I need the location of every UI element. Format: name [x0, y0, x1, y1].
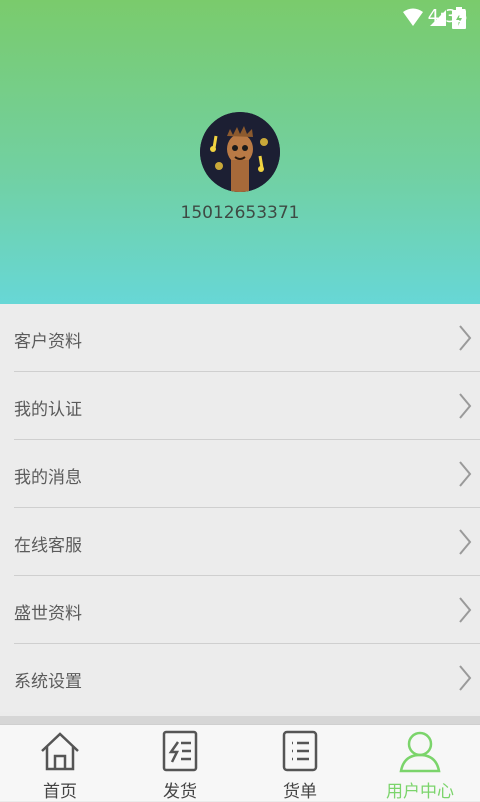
- menu-item-my-verification[interactable]: 我的认证: [0, 372, 480, 440]
- tab-shipping[interactable]: 发货: [120, 725, 240, 802]
- status-bar: 4:35: [0, 0, 480, 36]
- menu-item-customer-info[interactable]: 客户资料: [0, 304, 480, 372]
- status-time: 4:35: [427, 6, 468, 27]
- tab-label: 货单: [283, 782, 317, 802]
- bottom-tab-bar: 首页 发货 货单 用户中心: [0, 724, 480, 802]
- shipping-icon: [162, 730, 198, 772]
- wifi-icon: [403, 8, 423, 26]
- menu-item-label: 系统设置: [14, 672, 82, 692]
- chevron-right-icon: [459, 325, 472, 351]
- menu-item-label: 我的认证: [14, 400, 82, 420]
- groot-avatar-icon: [200, 112, 280, 192]
- chevron-right-icon: [459, 393, 472, 419]
- menu-item-label: 在线客服: [14, 536, 82, 556]
- chevron-right-icon: [459, 529, 472, 555]
- tab-label: 用户中心: [386, 782, 454, 802]
- menu-item-system-settings[interactable]: 系统设置: [0, 644, 480, 712]
- menu-item-online-service[interactable]: 在线客服: [0, 508, 480, 576]
- menu-item-label: 我的消息: [14, 468, 82, 488]
- chevron-right-icon: [459, 597, 472, 623]
- tab-orders[interactable]: 货单: [240, 725, 360, 802]
- tab-home[interactable]: 首页: [0, 725, 120, 802]
- chevron-right-icon: [459, 461, 472, 487]
- section-gap: [0, 716, 480, 724]
- menu-item-my-messages[interactable]: 我的消息: [0, 440, 480, 508]
- tab-label: 首页: [43, 782, 77, 802]
- list-icon: [282, 730, 318, 772]
- tab-user-center[interactable]: 用户中心: [360, 725, 480, 802]
- home-icon: [41, 732, 79, 771]
- user-phone: 15012653371: [180, 203, 300, 223]
- menu-item-shengshi-info[interactable]: 盛世资料: [0, 576, 480, 644]
- menu-item-label: 盛世资料: [14, 604, 82, 624]
- user-icon: [399, 731, 441, 773]
- chevron-right-icon: [459, 665, 472, 691]
- menu-list: 客户资料 我的认证 我的消息 在线客服 盛世资料 系统设置: [0, 304, 480, 712]
- menu-item-label: 客户资料: [14, 332, 82, 352]
- profile-header: 4:35 15012653371: [0, 0, 480, 304]
- tab-label: 发货: [163, 782, 197, 802]
- avatar[interactable]: [200, 112, 280, 192]
